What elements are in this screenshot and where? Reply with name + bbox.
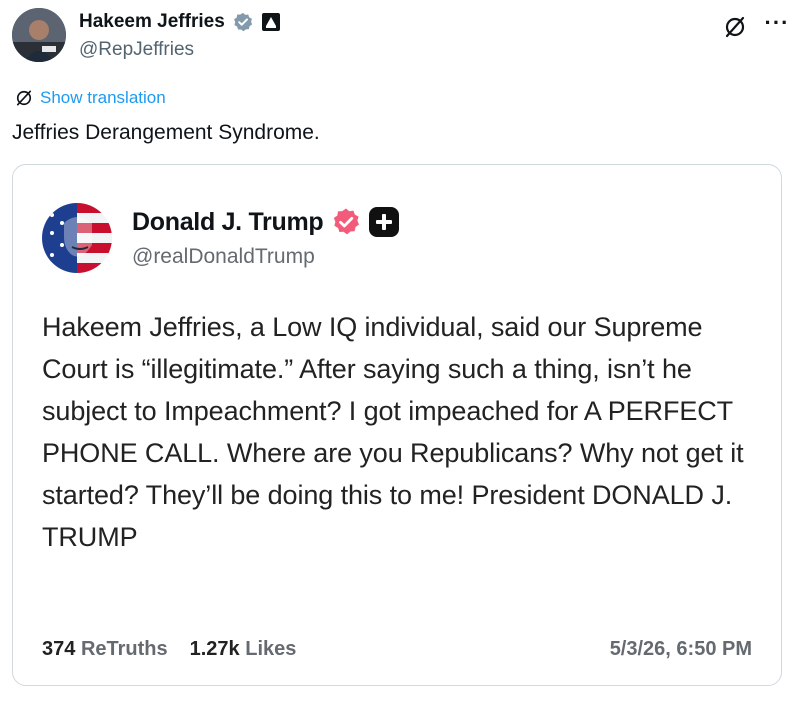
show-translation-link[interactable]: Show translation: [14, 88, 166, 108]
author-name[interactable]: Hakeem Jeffries: [79, 10, 225, 34]
more-icon[interactable]: ···: [764, 10, 790, 44]
retruths-stat[interactable]: 374 ReTruths: [42, 638, 168, 661]
quoted-author-handle[interactable]: @realDonaldTrump: [132, 245, 315, 269]
likes-label: Likes: [245, 638, 297, 660]
truth-verified-icon: [334, 208, 360, 235]
verified-icon[interactable]: [233, 12, 253, 32]
translate-icon: [16, 90, 32, 106]
quoted-author-avatar[interactable]: [42, 203, 112, 273]
post-text: Jeffries Derangement Syndrome.: [12, 121, 320, 144]
author-block: Hakeem Jeffries @RepJeffries: [79, 10, 280, 62]
author-handle[interactable]: @RepJeffries: [79, 38, 280, 62]
post-actions: ···: [722, 10, 790, 44]
quoted-author-name-row: Donald J. Trump: [132, 207, 400, 237]
show-translation-label: Show translation: [40, 88, 166, 107]
plus-badge-icon: [369, 207, 400, 237]
post-header: Hakeem Jeffries @RepJeffries: [12, 8, 788, 68]
quoted-avatar-image: [42, 203, 112, 273]
quoted-post-footer: 374 ReTruths 1.27k Likes 5/3/26, 6:50 PM: [42, 638, 752, 661]
government-badge-icon[interactable]: [261, 13, 280, 31]
grok-icon[interactable]: [722, 14, 748, 40]
retruths-count: 374: [42, 638, 76, 660]
quoted-post-timestamp[interactable]: 5/3/26, 6:50 PM: [610, 638, 752, 661]
author-avatar-image: [12, 8, 66, 62]
quoted-post-card[interactable]: Donald J. Trump @realDonaldTrump Hakeem …: [12, 164, 782, 686]
quoted-author-name[interactable]: Donald J. Trump: [132, 208, 324, 237]
quoted-post-text: Hakeem Jeffries, a Low IQ individual, sa…: [42, 312, 744, 552]
retruths-label: ReTruths: [80, 638, 168, 660]
author-avatar[interactable]: [12, 8, 66, 62]
likes-stat[interactable]: 1.27k Likes: [190, 638, 297, 661]
likes-count: 1.27k: [189, 638, 240, 660]
